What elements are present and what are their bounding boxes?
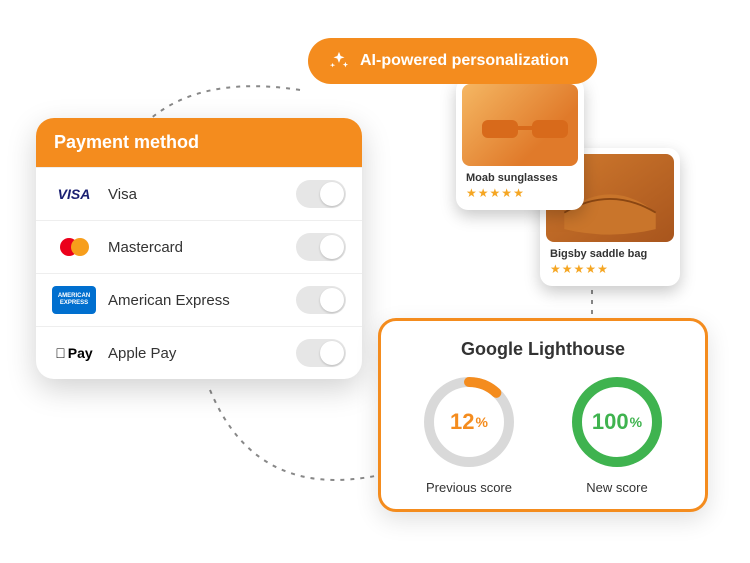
rating-stars: ★ ★ ★ ★ ★ — [462, 186, 578, 204]
star-icon: ★ — [574, 262, 585, 276]
payment-name: Visa — [108, 186, 284, 203]
ai-pill-label: AI-powered personalization — [360, 52, 569, 70]
product-name: Moab sunglasses — [462, 166, 578, 186]
percent-icon: % — [476, 414, 488, 430]
lighthouse-new: 100% New score — [567, 372, 667, 495]
apple-icon:  — [55, 345, 66, 361]
payment-name: Apple Pay — [108, 345, 284, 362]
lighthouse-previous: 12% Previous score — [419, 372, 519, 495]
new-score-label: New score — [586, 480, 647, 495]
star-icon: ★ — [478, 186, 489, 200]
star-icon: ★ — [585, 262, 596, 276]
toggle-visa[interactable] — [296, 180, 346, 208]
star-icon: ★ — [562, 262, 573, 276]
toggle-mastercard[interactable] — [296, 233, 346, 261]
visa-icon: VISA — [52, 180, 96, 208]
mastercard-icon — [52, 233, 96, 261]
star-icon: ★ — [490, 186, 501, 200]
applepay-icon: Pay — [52, 339, 96, 367]
payment-row-visa: VISA Visa — [36, 167, 362, 220]
percent-icon: % — [630, 414, 642, 430]
star-icon: ★ — [501, 186, 512, 200]
payment-method-title: Payment method — [36, 118, 362, 167]
star-icon: ★ — [466, 186, 477, 200]
payment-row-amex: AMERICANEXPRESS American Express — [36, 273, 362, 326]
lighthouse-card: Google Lighthouse 12% Previous score — [378, 318, 708, 512]
ai-personalization-pill: AI-powered personalization — [308, 38, 597, 84]
product-card-sunglasses[interactable]: Moab sunglasses ★ ★ ★ ★ ★ — [456, 78, 584, 210]
new-score-value: 100 — [592, 409, 629, 435]
product-thumb — [462, 84, 578, 166]
toggle-amex[interactable] — [296, 286, 346, 314]
product-name: Bigsby saddle bag — [546, 242, 674, 262]
payment-row-applepay: Pay Apple Pay — [36, 326, 362, 379]
rating-stars: ★ ★ ★ ★ ★ — [546, 262, 674, 280]
toggle-applepay[interactable] — [296, 339, 346, 367]
star-icon: ★ — [513, 186, 524, 200]
star-icon: ★ — [597, 262, 608, 276]
previous-score-value: 12 — [450, 409, 474, 435]
sunglasses-icon — [480, 114, 570, 144]
sparkle-icon — [328, 50, 350, 72]
previous-score-ring: 12% — [419, 372, 519, 472]
amex-icon: AMERICANEXPRESS — [52, 286, 96, 314]
previous-score-label: Previous score — [426, 480, 512, 495]
lighthouse-title: Google Lighthouse — [395, 339, 691, 360]
payment-row-mastercard: Mastercard — [36, 220, 362, 273]
payment-method-card: Payment method VISA Visa Mastercard AMER… — [36, 118, 362, 379]
payment-name: Mastercard — [108, 239, 284, 256]
star-icon: ★ — [550, 262, 561, 276]
payment-name: American Express — [108, 292, 284, 309]
new-score-ring: 100% — [567, 372, 667, 472]
